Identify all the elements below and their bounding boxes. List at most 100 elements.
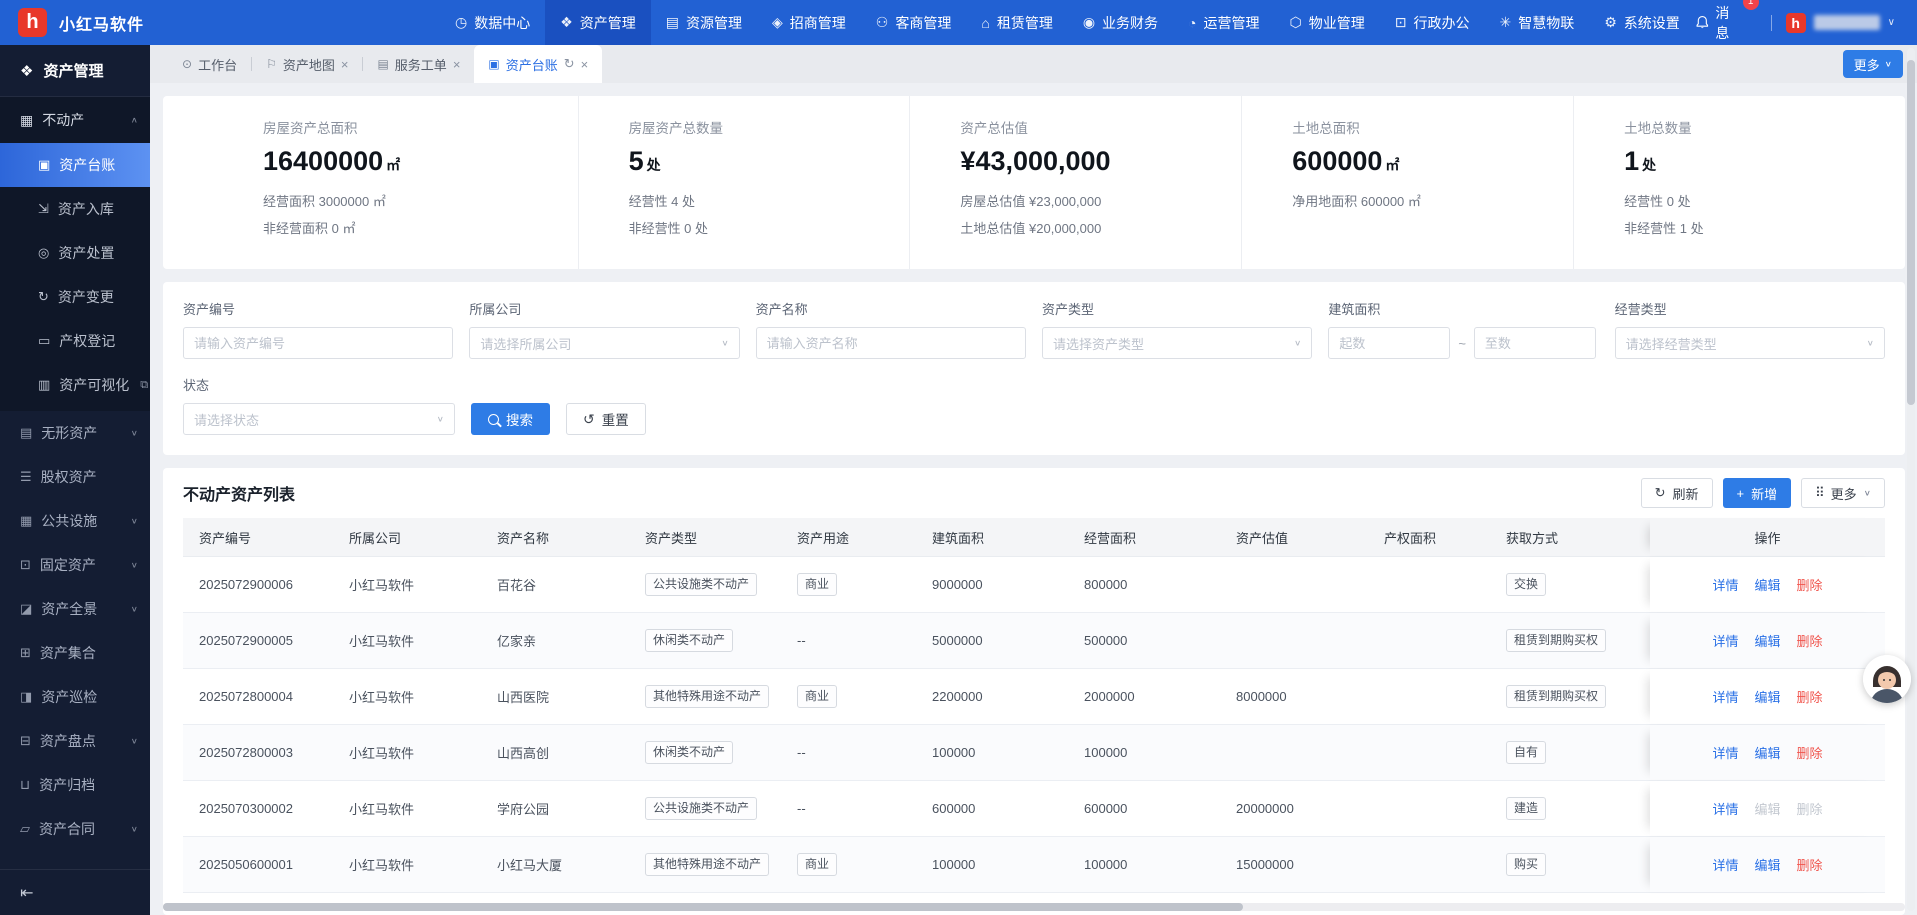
sidebar-item-asset-change[interactable]: ↻资产变更	[0, 275, 150, 319]
nav-asset-management[interactable]: ❖资产管理	[545, 0, 651, 45]
edit-link[interactable]: 编辑	[1754, 743, 1780, 762]
more-actions-button[interactable]: ⠿更多∨	[1801, 478, 1885, 508]
field-status: 状态 请选择状态∨	[183, 375, 455, 435]
divider	[1771, 15, 1772, 31]
sidebar-item-public-facilities[interactable]: ▦公共设施∨	[0, 499, 150, 543]
nav-smart-iot[interactable]: ✳智慧物联	[1484, 0, 1589, 45]
range-separator: ~	[1458, 336, 1466, 351]
detail-link[interactable]: 详情	[1712, 687, 1738, 706]
stat-sub: 非经营性 1 处	[1624, 218, 1905, 237]
add-button[interactable]: +新增	[1723, 478, 1792, 508]
company-select[interactable]: 请选择所属公司∨	[469, 327, 739, 359]
sidebar-item-asset-collection[interactable]: ⊞资产集合	[0, 631, 150, 675]
nav-business-finance[interactable]: ◉业务财务	[1068, 0, 1173, 45]
reset-icon: ↺	[583, 412, 595, 426]
area-to-input[interactable]	[1474, 327, 1596, 359]
nav-data-center[interactable]: ◷数据中心	[440, 0, 545, 45]
col-property-area: 产权面积	[1368, 518, 1490, 556]
refresh-icon[interactable]: ↻	[564, 56, 575, 72]
delete-link[interactable]: 删除	[1797, 575, 1823, 594]
sidebar-item-asset-disposal[interactable]: ◎资产处置	[0, 231, 150, 275]
sidebar-item-real-estate[interactable]: ▦ 不动产 ∧	[0, 97, 150, 143]
detail-link[interactable]: 详情	[1712, 799, 1738, 818]
chevron-down-icon: ∨	[1885, 60, 1892, 69]
edit-link[interactable]: 编辑	[1754, 687, 1780, 706]
detail-link[interactable]: 详情	[1712, 743, 1738, 762]
nav-resource-management[interactable]: ▤资源管理	[651, 0, 757, 45]
stat-label: 土地总数量	[1624, 117, 1905, 137]
sidebar-item-asset-visualization[interactable]: ▥资产可视化⧉	[0, 363, 150, 407]
stat-value: ¥43,000,000	[960, 146, 1241, 177]
sidebar-item-intangible-assets[interactable]: ▤无形资产∨	[0, 411, 150, 455]
edit-link[interactable]: 编辑	[1754, 575, 1780, 594]
user-menu[interactable]: h ∨	[1786, 13, 1895, 33]
nav-property-management[interactable]: ⬡物业管理	[1275, 0, 1380, 45]
inspect-icon: ◨	[20, 689, 32, 705]
scrollbar-thumb[interactable]	[163, 903, 1243, 911]
delete-link[interactable]: 删除	[1797, 631, 1823, 650]
sidebar-item-equity-assets[interactable]: ☰股权资产	[0, 455, 150, 499]
tab-asset-map[interactable]: ⚐资产地图×	[252, 45, 362, 83]
nav-system-settings[interactable]: ⚙系统设置	[1589, 0, 1695, 45]
chart-icon: ◪	[20, 601, 32, 617]
stack-icon: ☰	[20, 469, 32, 485]
tabs-more-button[interactable]: 更多∨	[1843, 50, 1903, 78]
status-select[interactable]: 请选择状态∨	[183, 403, 455, 435]
sidebar-item-asset-inventory[interactable]: ⊟资产盘点∨	[0, 719, 150, 763]
nav-operation-management[interactable]: ◔运营管理	[1173, 0, 1274, 45]
delete-link[interactable]: 删除	[1797, 855, 1823, 874]
field-asset-name: 资产名称	[756, 299, 1026, 359]
detail-link[interactable]: 详情	[1712, 631, 1738, 650]
asset-name-input[interactable]	[756, 327, 1026, 359]
folder-search-icon: ⊟	[20, 733, 31, 749]
scrollbar-thumb[interactable]	[1907, 60, 1915, 405]
sidebar-item-asset-inbound[interactable]: ⇲资产入库	[0, 187, 150, 231]
vertical-scrollbar[interactable]	[1907, 48, 1915, 911]
tab-service-order[interactable]: ▤服务工单×	[363, 45, 474, 83]
detail-link[interactable]: 详情	[1712, 575, 1738, 594]
edit-link[interactable]: 编辑	[1754, 631, 1780, 650]
chevron-down-icon: ∨	[721, 339, 728, 348]
reset-button[interactable]: ↺重置	[566, 403, 646, 435]
coin-icon: ◉	[1083, 14, 1095, 31]
close-icon[interactable]: ×	[341, 57, 349, 72]
doc-icon: ▤	[20, 425, 32, 441]
customer-service-avatar[interactable]	[1863, 655, 1911, 703]
asset-code-input[interactable]	[183, 327, 453, 359]
user-avatar: h	[1786, 13, 1806, 33]
sidebar-item-asset-archive[interactable]: ⊔资产归档	[0, 763, 150, 807]
asset-type-select[interactable]: 请选择资产类型∨	[1042, 327, 1312, 359]
tab-workbench[interactable]: ⊙工作台	[168, 45, 251, 83]
sidebar-item-asset-contract[interactable]: ▱资产合同∨	[0, 807, 150, 851]
delete-link[interactable]: 删除	[1797, 743, 1823, 762]
app-logo-icon: h	[18, 8, 47, 37]
close-icon[interactable]: ×	[581, 57, 589, 72]
search-panel: 资产编号 所属公司 请选择所属公司∨ 资产名称 资产类型 请选择资产类型∨ 建筑…	[163, 282, 1905, 455]
sidebar-item-fixed-assets[interactable]: ⊡固定资产∨	[0, 543, 150, 587]
detail-link[interactable]: 详情	[1712, 855, 1738, 874]
refresh-button[interactable]: ↻刷新	[1641, 478, 1713, 508]
nav-lease-management[interactable]: ⌂租赁管理	[966, 0, 1067, 45]
messages-label: 消息	[1715, 3, 1742, 43]
search-button[interactable]: 搜索	[471, 403, 550, 435]
sidebar-item-property-registration[interactable]: ▭产权登记	[0, 319, 150, 363]
nav-admin-office[interactable]: ⊡行政办公	[1380, 0, 1485, 45]
sidebar-item-asset-inspection[interactable]: ◨资产巡检	[0, 675, 150, 719]
horizontal-scrollbar[interactable]	[163, 903, 1905, 911]
edit-link[interactable]: 编辑	[1754, 855, 1780, 874]
table-row: 2025050600001 小红马软件 小红马大厦 其他特殊用途不动产 商业 1…	[183, 837, 1885, 893]
sidebar-item-asset-ledger[interactable]: ▣资产台账	[0, 143, 150, 187]
sidebar-item-asset-panorama[interactable]: ◪资产全景∨	[0, 587, 150, 631]
delete-link[interactable]: 删除	[1797, 687, 1823, 706]
close-icon[interactable]: ×	[453, 57, 461, 72]
nav-merchant-management[interactable]: ⚇客商管理	[861, 0, 967, 45]
area-from-input[interactable]	[1328, 327, 1450, 359]
messages-button[interactable]: 消息 1	[1695, 3, 1743, 43]
nav-investment-management[interactable]: ◈招商管理	[757, 0, 861, 45]
tab-asset-ledger[interactable]: ▣资产台账↻×	[474, 45, 602, 83]
grid-icon: ⠿	[1815, 485, 1824, 501]
table-header-row: 资产编号 所属公司 资产名称 资产类型 资产用途 建筑面积 经营面积 资产估值 …	[183, 518, 1885, 557]
operation-type-select[interactable]: 请选择经营类型∨	[1615, 327, 1885, 359]
type-tag: 休闲类不动产	[645, 741, 733, 765]
collapse-sidebar-button[interactable]: ⇤	[0, 869, 150, 915]
